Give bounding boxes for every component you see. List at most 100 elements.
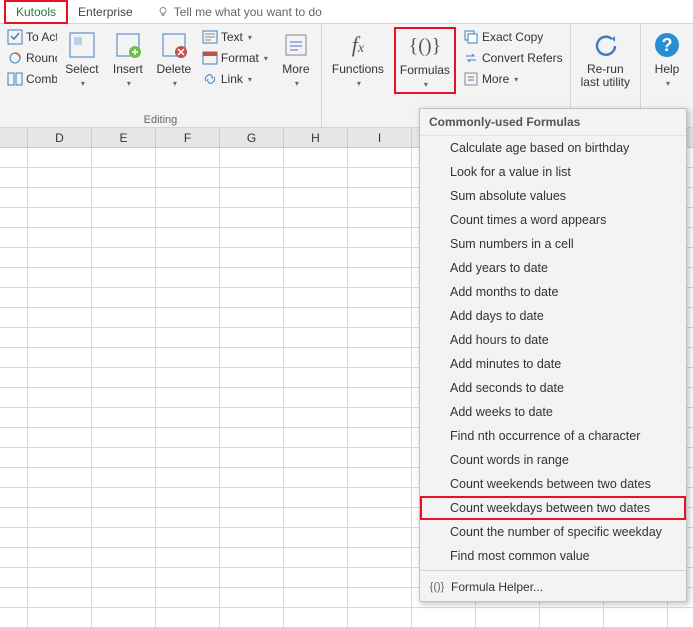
grid-cell[interactable] xyxy=(220,448,284,467)
link-button[interactable]: Link▾ xyxy=(199,69,271,89)
grid-cell[interactable] xyxy=(348,248,412,267)
insert-button[interactable]: Insert▾ xyxy=(107,27,149,92)
grid-cell[interactable] xyxy=(284,208,348,227)
col-header[interactable]: F xyxy=(156,128,220,147)
grid-cell[interactable] xyxy=(284,368,348,387)
grid-cell[interactable] xyxy=(284,188,348,207)
grid-cell[interactable] xyxy=(28,508,92,527)
grid-cell[interactable] xyxy=(156,188,220,207)
dropdown-item[interactable]: Find nth occurrence of a character xyxy=(420,424,686,448)
grid-cell[interactable] xyxy=(0,148,28,167)
grid-cell[interactable] xyxy=(284,528,348,547)
dropdown-item[interactable]: Count weekends between two dates xyxy=(420,472,686,496)
grid-cell[interactable] xyxy=(28,328,92,347)
grid-cell[interactable] xyxy=(540,608,604,627)
grid-cell[interactable] xyxy=(220,388,284,407)
grid-cell[interactable] xyxy=(348,288,412,307)
grid-cell[interactable] xyxy=(220,168,284,187)
text-button[interactable]: Text▾ xyxy=(199,27,271,47)
grid-cell[interactable] xyxy=(0,308,28,327)
grid-cell[interactable] xyxy=(92,328,156,347)
grid-cell[interactable] xyxy=(92,568,156,587)
grid-cell[interactable] xyxy=(284,588,348,607)
grid-cell[interactable] xyxy=(92,608,156,627)
grid-cell[interactable] xyxy=(348,348,412,367)
grid-cell[interactable] xyxy=(284,308,348,327)
grid-cell[interactable] xyxy=(156,348,220,367)
grid-cell[interactable] xyxy=(284,328,348,347)
dropdown-item[interactable]: Add minutes to date xyxy=(420,352,686,376)
formulas-button[interactable]: {()} Formulas▾ xyxy=(394,27,456,94)
grid-cell[interactable] xyxy=(28,488,92,507)
grid-cell[interactable] xyxy=(28,208,92,227)
dropdown-item[interactable]: Count the number of specific weekday xyxy=(420,520,686,544)
grid-cell[interactable] xyxy=(220,288,284,307)
col-header[interactable]: I xyxy=(348,128,412,147)
dropdown-item[interactable]: Sum numbers in a cell xyxy=(420,232,686,256)
grid-cell[interactable] xyxy=(284,568,348,587)
grid-cell[interactable] xyxy=(0,368,28,387)
grid-cell[interactable] xyxy=(28,308,92,327)
grid-cell[interactable] xyxy=(0,428,28,447)
grid-cell[interactable] xyxy=(284,428,348,447)
grid-cell[interactable] xyxy=(0,508,28,527)
grid-cell[interactable] xyxy=(220,328,284,347)
grid-cell[interactable] xyxy=(0,568,28,587)
grid-cell[interactable] xyxy=(92,168,156,187)
grid-cell[interactable] xyxy=(0,408,28,427)
grid-cell[interactable] xyxy=(348,528,412,547)
dropdown-item[interactable]: Look for a value in list xyxy=(420,160,686,184)
grid-cell[interactable] xyxy=(348,568,412,587)
grid-cell[interactable] xyxy=(156,168,220,187)
grid-cell[interactable] xyxy=(92,288,156,307)
grid-cell[interactable] xyxy=(0,488,28,507)
grid-cell[interactable] xyxy=(156,448,220,467)
exact-copy-button[interactable]: Exact Copy xyxy=(460,27,566,47)
grid-cell[interactable] xyxy=(92,588,156,607)
grid-cell[interactable] xyxy=(28,368,92,387)
grid-cell[interactable] xyxy=(28,388,92,407)
grid-cell[interactable] xyxy=(92,468,156,487)
tell-me-search[interactable]: Tell me what you want to do xyxy=(143,5,322,19)
grid-cell[interactable] xyxy=(156,388,220,407)
grid-cell[interactable] xyxy=(156,328,220,347)
grid-cell[interactable] xyxy=(348,328,412,347)
grid-cell[interactable] xyxy=(156,408,220,427)
col-header[interactable]: G xyxy=(220,128,284,147)
grid-cell[interactable] xyxy=(28,568,92,587)
grid-cell[interactable] xyxy=(0,448,28,467)
grid-cell[interactable] xyxy=(156,528,220,547)
grid-cell[interactable] xyxy=(28,248,92,267)
grid-cell[interactable] xyxy=(348,508,412,527)
grid-cell[interactable] xyxy=(412,608,476,627)
grid-cell[interactable] xyxy=(0,248,28,267)
grid-cell[interactable] xyxy=(156,608,220,627)
format-button[interactable]: Format▾ xyxy=(199,48,271,68)
grid-cell[interactable] xyxy=(284,148,348,167)
grid-cell[interactable] xyxy=(348,588,412,607)
grid-cell[interactable] xyxy=(0,168,28,187)
grid-cell[interactable] xyxy=(284,548,348,567)
grid-cell[interactable] xyxy=(284,448,348,467)
grid-cell[interactable] xyxy=(28,548,92,567)
grid-cell[interactable] xyxy=(28,228,92,247)
delete-button[interactable]: Delete▾ xyxy=(153,27,195,92)
grid-cell[interactable] xyxy=(284,388,348,407)
grid-cell[interactable] xyxy=(156,488,220,507)
dropdown-item[interactable]: Add weeks to date xyxy=(420,400,686,424)
grid-cell[interactable] xyxy=(220,308,284,327)
grid-cell[interactable] xyxy=(28,408,92,427)
grid-cell[interactable] xyxy=(0,588,28,607)
grid-cell[interactable] xyxy=(284,268,348,287)
grid-cell[interactable] xyxy=(220,408,284,427)
tab-kutools[interactable]: Kutools xyxy=(4,0,68,24)
round-button[interactable]: Round xyxy=(4,48,57,68)
grid-cell[interactable] xyxy=(284,348,348,367)
grid-cell[interactable] xyxy=(0,468,28,487)
dropdown-item[interactable]: Add hours to date xyxy=(420,328,686,352)
functions-button[interactable]: fx Functions▾ xyxy=(326,27,390,92)
grid-cell[interactable] xyxy=(284,168,348,187)
grid-cell[interactable] xyxy=(92,148,156,167)
grid-cell[interactable] xyxy=(28,528,92,547)
combine-button[interactable]: Combine xyxy=(4,69,57,89)
